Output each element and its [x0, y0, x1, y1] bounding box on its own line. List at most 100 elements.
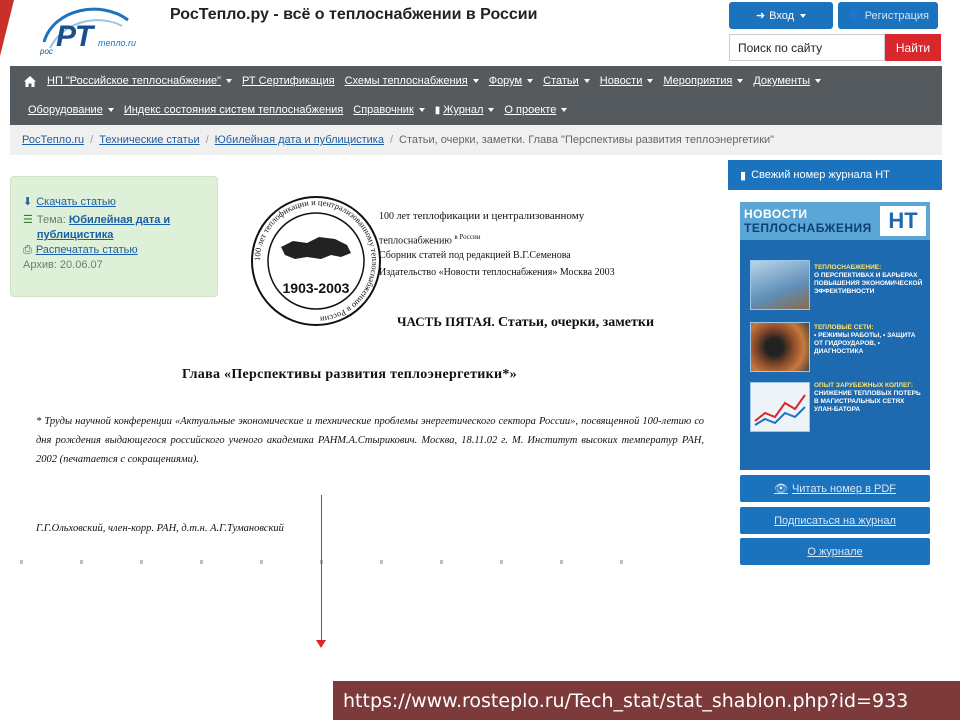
nav-label: Форум: [488, 75, 523, 87]
nav-item-schemes[interactable]: Схемы теплоснабжения: [340, 75, 484, 87]
jubilee-seal-icon: 100 лет теплофикации и централизованному…: [251, 196, 381, 326]
cover-chart-photo: [750, 382, 810, 432]
doc-line-4: Издательство «Новости теплоснабжения» Мо…: [379, 267, 615, 278]
chevron-down-icon: [107, 108, 114, 112]
chevron-down-icon: [527, 79, 534, 83]
nav-label: Мероприятия: [663, 75, 733, 87]
nav-item-np-rt[interactable]: НП "Российское теплоснабжение": [42, 75, 237, 87]
nav-item-about[interactable]: О проекте: [499, 104, 572, 116]
chevron-down-icon: [800, 13, 807, 18]
article-scan: 100 лет теплофикации и централизованному…: [20, 190, 710, 570]
nav-item-events[interactable]: Мероприятия: [658, 75, 748, 87]
site-title[interactable]: РосТепло.ру - всё о теплоснабжении в Рос…: [170, 6, 537, 24]
cover-chart-icon: [754, 394, 806, 426]
read-pdf-button[interactable]: 👁 Читать номер в PDF: [740, 475, 930, 502]
chevron-down-icon: [737, 79, 744, 83]
chevron-down-icon: [472, 79, 479, 83]
doc-line-1a: 100 лет: [379, 211, 411, 222]
doc-line-3: Сборник статей под редакцией В.Г.Семенов…: [379, 250, 571, 261]
nav-label: Индекс состояния систем теплоснабжения: [123, 104, 344, 116]
nav-label: Статьи: [543, 75, 579, 87]
breadcrumb-link-tech-articles[interactable]: Технические статьи: [99, 134, 199, 146]
doc-cut-line: [20, 560, 680, 564]
nav-item-documents[interactable]: Документы: [748, 75, 826, 87]
cover-block-2-title: Тепловые сети:: [814, 324, 874, 331]
subscribe-button[interactable]: Подписаться на журнал: [740, 507, 930, 534]
logo-sub-text: тепло.ru: [98, 38, 136, 48]
main-nav: НП "Российское теплоснабжение" РТ Сертиф…: [10, 66, 942, 125]
subscribe-label: Подписаться на журнал: [774, 514, 896, 527]
journal-header: ▮ Свежий номер журнала НТ: [728, 160, 942, 190]
cover-block-2: Тепловые сети: • режимы работы, • защита…: [814, 324, 926, 356]
nav-label: О проекте: [504, 104, 557, 116]
register-label: Регистрация: [864, 9, 929, 22]
red-corner-decoration: [0, 0, 14, 56]
nav-row-2: Оборудование Индекс состояния систем теп…: [10, 96, 572, 124]
journal-cover-image[interactable]: НОВОСТИ ТЕПЛОСНАБЖЕНИЯ НТ Теплоснабжение…: [740, 202, 930, 470]
chevron-down-icon: [488, 108, 495, 112]
cover-brand: НТ: [880, 206, 926, 236]
arrow-down-icon: [316, 640, 326, 648]
cover-block-1-title: Теплоснабжение:: [814, 264, 882, 271]
cover-block-2-text: • режимы работы, • защита от гидроударов…: [814, 332, 916, 355]
cover-block-1: Теплоснабжение: о перспективах и барьера…: [814, 264, 926, 296]
doc-part-heading: ЧАСТЬ ПЯТАЯ. Статьи, очерки, заметки: [397, 314, 654, 331]
cover-block-3-title: Опыт зарубежных коллег:: [814, 382, 914, 389]
cover-block-1-text: о перспективах и барьерах повышения экон…: [814, 272, 923, 295]
nav-label: Новости: [599, 75, 643, 87]
breadcrumb-separator: /: [205, 134, 209, 146]
breadcrumb-current: Статьи, очерки, заметки. Глава "Перспект…: [399, 134, 775, 146]
cover-block-3-text: снижение тепловых потерь в магистральных…: [814, 390, 921, 413]
about-journal-button[interactable]: О журнале: [740, 538, 930, 565]
eye-icon: 👁: [773, 483, 788, 495]
login-label: Вход: [769, 9, 795, 22]
breadcrumb-separator: /: [90, 134, 94, 146]
doc-line-2: теплоснабжению в России: [379, 231, 481, 247]
book-icon: ▮: [434, 104, 441, 116]
doc-line-2a: теплоснабжению: [379, 235, 452, 247]
cover-title: НОВОСТИ ТЕПЛОСНАБЖЕНИЯ: [744, 207, 872, 235]
doc-line-2b: в России: [454, 233, 481, 241]
nav-item-reference[interactable]: Справочник: [348, 104, 430, 116]
seal-year: 1903-2003: [283, 280, 350, 296]
nav-label: РТ Сертификация: [242, 75, 335, 87]
doc-part-a: ЧАСТЬ ПЯТАЯ.: [397, 314, 495, 329]
chevron-down-icon: [561, 108, 568, 112]
home-icon[interactable]: [10, 75, 42, 87]
chevron-down-icon: [418, 108, 425, 112]
cover-photo-2: [750, 322, 810, 372]
chevron-down-icon: [647, 79, 654, 83]
nav-item-journal[interactable]: ▮ Журнал: [430, 104, 500, 116]
cover-photo-1: [750, 260, 810, 310]
site-logo[interactable]: РТ рос тепло.ru: [30, 2, 142, 60]
logo-left-text: рос: [39, 47, 53, 56]
nav-label: Оборудование: [28, 104, 103, 116]
chevron-down-icon: [583, 79, 590, 83]
nav-item-index[interactable]: Индекс состояния систем теплоснабжения: [119, 104, 348, 116]
login-button[interactable]: ➜ Вход: [729, 2, 833, 29]
breadcrumb-separator: /: [389, 134, 394, 146]
doc-authors: Г.Г.Ольховский, член-корр. РАН, д.т.н. А…: [36, 523, 284, 534]
book-icon: ▮: [740, 169, 747, 182]
search-input[interactable]: [729, 34, 885, 61]
register-button[interactable]: 👤 Регистрация: [838, 2, 938, 29]
nav-label: НП "Российское теплоснабжение": [47, 75, 222, 87]
cover-title-line1: НОВОСТИ: [744, 207, 808, 221]
nav-item-forum[interactable]: Форум: [484, 75, 538, 87]
nav-label: Справочник: [353, 104, 414, 116]
breadcrumb-link-home[interactable]: РосТепло.ru: [22, 134, 84, 146]
nav-item-news[interactable]: Новости: [595, 75, 659, 87]
nav-row-1: НП "Российское теплоснабжение" РТ Сертиф…: [10, 67, 826, 95]
search-button[interactable]: Найти: [885, 34, 941, 61]
login-icon: ➜: [755, 10, 766, 22]
nav-item-articles[interactable]: Статьи: [538, 75, 595, 87]
breadcrumb: РосТепло.ru / Технические статьи / Юбиле…: [10, 125, 942, 155]
breadcrumb-link-jubilee[interactable]: Юбилейная дата и публицистика: [215, 134, 384, 146]
chevron-down-icon: [815, 79, 822, 83]
doc-part-b: Статьи, очерки, заметки: [498, 315, 655, 330]
nav-item-equipment[interactable]: Оборудование: [23, 104, 119, 116]
nav-label: Журнал: [443, 104, 484, 116]
red-arrow-line: [321, 495, 322, 643]
nav-item-rt-cert[interactable]: РТ Сертификация: [237, 75, 340, 87]
nav-label: Схемы теплоснабжения: [344, 75, 468, 87]
